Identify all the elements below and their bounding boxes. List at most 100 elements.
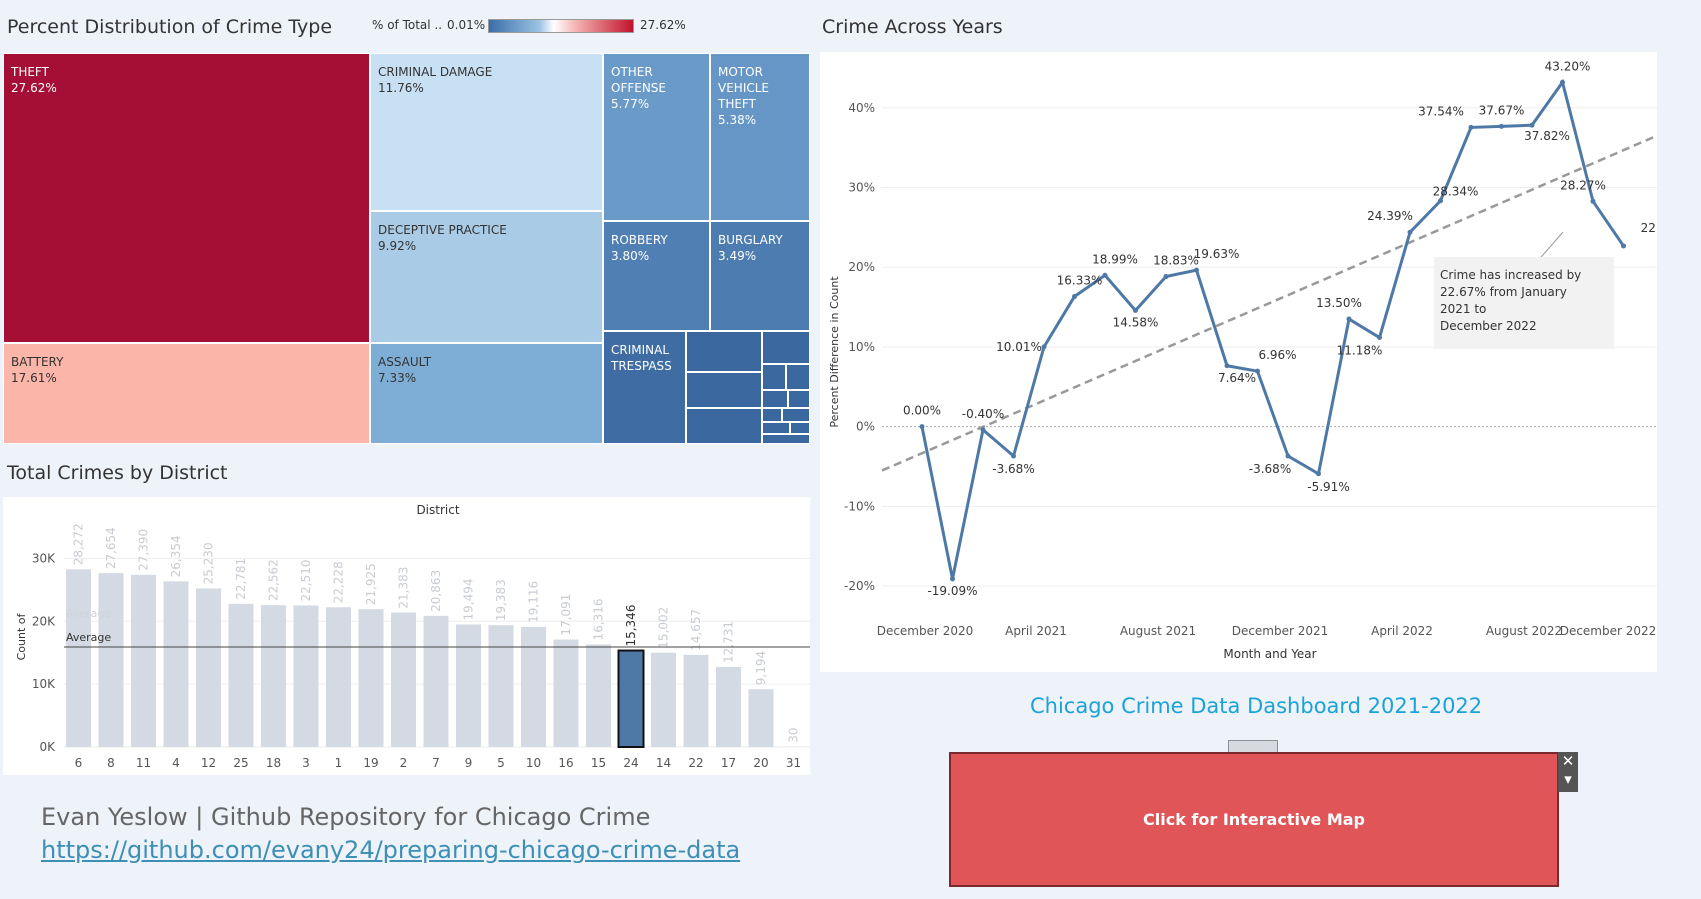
- district-bar: [196, 588, 221, 747]
- x-tick-label: December 2021: [1232, 624, 1329, 638]
- treemap-cell[interactable]: ASSAULT 7.33%: [370, 343, 603, 444]
- data-label: -19.09%: [927, 584, 977, 598]
- district-bar: [553, 639, 579, 747]
- treemap-small-cell[interactable]: [790, 422, 810, 434]
- bar-value-label: 19,383: [494, 579, 508, 621]
- data-point: [1560, 79, 1565, 85]
- district-chart: District 0K 10K 20K 30K Count of 28,272 6 27,654…: [3, 497, 810, 775]
- district-bar: [651, 652, 676, 747]
- treemap-small-cell[interactable]: [762, 331, 810, 364]
- map-controls[interactable]: ✕ ▾: [1558, 752, 1578, 792]
- legend-title: % of Total ..: [372, 18, 443, 32]
- treemap-small-cell[interactable]: [786, 364, 810, 390]
- treemap-cell[interactable]: BATTERY 17.61%: [3, 343, 370, 444]
- close-icon[interactable]: ✕: [1558, 752, 1578, 770]
- x-tick-label: 15: [591, 756, 606, 770]
- x-tick-label: December 2022: [1560, 624, 1657, 638]
- x-tick-label: August 2021: [1120, 624, 1196, 638]
- interactive-map-button[interactable]: Click for Interactive Map: [949, 752, 1559, 887]
- bar-value-label: 15,002: [657, 607, 671, 649]
- data-label: 37.82%: [1524, 129, 1570, 143]
- y-tick-label: 20%: [848, 260, 875, 274]
- data-point: [1041, 344, 1047, 350]
- district-bar: [586, 644, 611, 747]
- x-tick-label: 22: [688, 756, 703, 770]
- legend-min: 0.01%: [447, 18, 486, 32]
- data-point: [1468, 124, 1474, 130]
- y-tick-label: 0%: [856, 420, 875, 434]
- district-bar: [98, 573, 124, 747]
- x-tick-label: 12: [201, 756, 216, 770]
- treemap-cell[interactable]: DECEPTIVE PRACTICE 9.92%: [370, 211, 603, 343]
- bar-value-label: 21,383: [397, 567, 411, 609]
- district-bar: [748, 689, 774, 747]
- data-point: [1224, 363, 1230, 369]
- data-label: 18.83%: [1153, 254, 1199, 268]
- treemap-small-cell[interactable]: [686, 331, 762, 372]
- bar-value-label: 22,781: [234, 558, 248, 600]
- treemap-small-cell[interactable]: [762, 434, 810, 444]
- x-tick-label: 1: [335, 756, 343, 770]
- bar-value-label: 22,510: [299, 560, 313, 602]
- district-bar: [131, 574, 156, 747]
- treemap-cell-label: MOTOR VEHICLE THEFT 5.38%: [718, 65, 769, 127]
- data-point: [1438, 198, 1443, 204]
- x-tick-label: 24: [623, 756, 638, 770]
- data-label: 37.67%: [1479, 103, 1525, 117]
- data-point: [919, 424, 925, 430]
- treemap-small-cell[interactable]: [782, 408, 810, 422]
- treemap-small-cell[interactable]: [762, 390, 788, 408]
- treemap-cell-label: BURGLARY 3.49%: [718, 233, 783, 263]
- y-axis-label: Percent Difference in Count: [828, 276, 841, 428]
- district-bar: [66, 569, 91, 747]
- legend-gradient: [488, 19, 634, 33]
- data-label: 37.54%: [1418, 104, 1464, 118]
- bar-value-label: 21,925: [364, 563, 378, 605]
- x-tick-label: April 2021: [1005, 624, 1067, 638]
- x-tick-label: 18: [266, 756, 281, 770]
- data-point: [1377, 335, 1382, 341]
- dashboard-title: Chicago Crime Data Dashboard 2021-2022: [1030, 694, 1483, 718]
- treemap-small-cell[interactable]: [686, 408, 762, 444]
- bar-value-label: 22,562: [267, 559, 281, 601]
- chevron-down-icon[interactable]: ▾: [1558, 770, 1578, 788]
- data-label: 6.96%: [1258, 348, 1296, 362]
- data-label: 11.18%: [1337, 344, 1383, 358]
- x-tick-label: 10: [526, 756, 541, 770]
- x-tick-label: 5: [497, 756, 505, 770]
- treemap-cell[interactable]: THEFT 27.62%: [3, 53, 370, 343]
- treemap-cell[interactable]: ROBBERY 3.80%: [603, 221, 710, 331]
- treemap-cell-label: BATTERY 17.61%: [11, 355, 64, 385]
- treemap-cell-label: CRIMINAL DAMAGE 11.76%: [378, 65, 493, 95]
- treemap-small-cell[interactable]: [762, 422, 790, 434]
- district-bar: [716, 666, 741, 747]
- data-point: [1407, 229, 1413, 235]
- treemap-small-cell[interactable]: [788, 390, 810, 408]
- bar-value-label: 19,494: [462, 578, 476, 620]
- y-tick-label: 30K: [32, 551, 56, 565]
- treemap-cell[interactable]: BURGLARY 3.49%: [710, 221, 810, 331]
- data-label: 24.39%: [1367, 209, 1413, 223]
- treemap-cell[interactable]: OTHER OFFENSE 5.77%: [603, 53, 710, 221]
- treemap-small-cell[interactable]: [762, 408, 782, 422]
- district-bar: [617, 649, 645, 748]
- y-tick-label: 40%: [848, 101, 875, 115]
- x-tick-label: 20: [753, 756, 768, 770]
- district-bar-svg: District 0K 10K 20K 30K Count of 28,272 6 27,654…: [15, 503, 810, 770]
- treemap-cell[interactable]: CRIMINAL TRESPASS: [603, 331, 686, 444]
- district-bar: [521, 626, 546, 747]
- github-link[interactable]: https://github.com/evany24/preparing-chi…: [41, 836, 740, 864]
- treemap-small-cell[interactable]: [686, 372, 762, 408]
- treemap-cell[interactable]: CRIMINAL DAMAGE 11.76%: [370, 53, 603, 211]
- bar-value-label: 9,194: [754, 651, 768, 685]
- district-bar: [488, 625, 514, 747]
- data-label: 14.58%: [1113, 315, 1159, 329]
- treemap-cell-label: DECEPTIVE PRACTICE 9.92%: [378, 223, 507, 253]
- treemap-small-cell[interactable]: [762, 364, 786, 390]
- bar-value-label: 27,654: [104, 527, 118, 569]
- data-label: -3.68%: [992, 462, 1034, 476]
- district-bar: [293, 605, 319, 747]
- data-point: [980, 427, 986, 433]
- bar-value-label: 27,390: [137, 529, 151, 571]
- treemap-cell[interactable]: MOTOR VEHICLE THEFT 5.38%: [710, 53, 810, 221]
